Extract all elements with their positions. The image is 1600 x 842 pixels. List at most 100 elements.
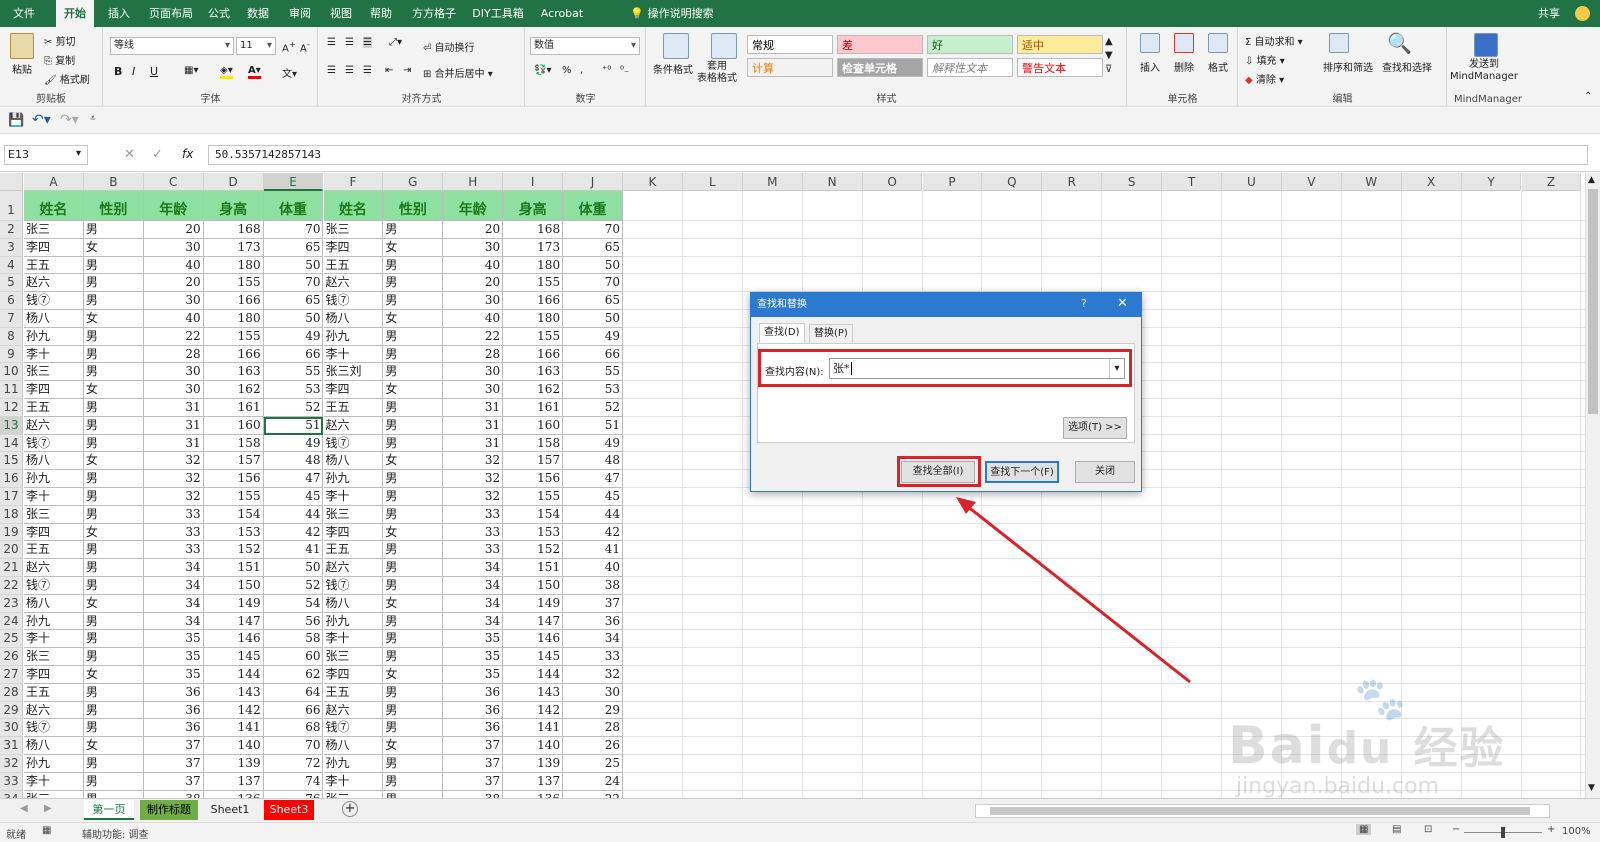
data-cell[interactable]: 36 (143, 683, 204, 702)
data-cell[interactable]: 李十 (24, 345, 84, 364)
column-header-Q[interactable]: Q (982, 173, 1043, 191)
data-cell[interactable]: 157 (503, 452, 564, 471)
mindmanager-icon[interactable] (1474, 33, 1498, 57)
data-cell[interactable]: 136 (503, 790, 564, 798)
cell-style-0[interactable]: 常规 (747, 35, 833, 54)
menu-tab-9[interactable]: 方方格子 (404, 0, 464, 27)
sort-filter-button[interactable]: 排序和筛选 (1323, 59, 1373, 74)
row-header[interactable]: 14 (0, 434, 23, 453)
data-cell[interactable]: 钱⑦ (24, 292, 84, 310)
data-cell[interactable]: 男 (383, 363, 444, 382)
data-cell[interactable]: 76 (264, 790, 324, 798)
name-box-dropdown-icon[interactable]: ▾ (76, 148, 81, 159)
data-cell[interactable]: 38 (443, 790, 504, 798)
data-cell[interactable]: 32 (143, 452, 204, 471)
row-header[interactable]: 31 (0, 737, 23, 755)
delete-icon[interactable] (1174, 33, 1194, 53)
insert-button[interactable]: 插入 (1140, 59, 1160, 74)
data-cell[interactable]: 161 (203, 399, 264, 417)
data-cell[interactable]: 35 (443, 666, 504, 684)
find-select-button[interactable]: 查找和选择 (1382, 59, 1432, 74)
data-cell[interactable]: 173 (203, 238, 264, 257)
row-header[interactable]: 13 (0, 416, 23, 435)
fill-color-icon[interactable]: ◈▾ (220, 65, 233, 79)
data-cell[interactable]: 42 (263, 523, 324, 542)
data-cell[interactable]: 赵六 (323, 274, 384, 293)
orientation-icon[interactable]: ⤢▾ (389, 37, 402, 48)
data-cell[interactable]: 139 (203, 755, 264, 773)
data-cell[interactable]: 151 (203, 559, 264, 577)
percent-icon[interactable]: % (562, 65, 572, 76)
fill-button[interactable]: ⇩ 填充 ▾ (1245, 52, 1285, 67)
data-cell[interactable]: 36 (563, 612, 623, 631)
column-header-P[interactable]: P (922, 173, 983, 191)
data-cell[interactable]: 180 (203, 256, 264, 275)
data-cell[interactable]: 154 (503, 505, 564, 524)
data-cell[interactable]: 男 (383, 221, 444, 239)
data-cell[interactable]: 74 (263, 772, 324, 791)
row-header[interactable]: 24 (0, 612, 23, 631)
cell-style-5[interactable]: 检查单元格 (837, 58, 923, 77)
data-cell[interactable]: 30 (143, 363, 204, 382)
data-cell[interactable]: 男 (83, 648, 144, 666)
data-cell[interactable]: 66 (263, 345, 324, 364)
data-cell[interactable]: 60 (263, 648, 324, 666)
data-cell[interactable]: 男 (83, 434, 144, 453)
options-button[interactable]: 选项(T) >> (1063, 417, 1127, 439)
data-cell[interactable]: 70 (263, 274, 324, 293)
select-all-corner[interactable] (0, 173, 23, 191)
data-cell[interactable]: 李四 (323, 238, 384, 257)
autosum-button[interactable]: Σ 自动求和 ▾ (1245, 33, 1303, 48)
header-cell[interactable]: 姓名 (323, 191, 384, 221)
data-cell[interactable]: 男 (83, 363, 144, 382)
data-cell[interactable]: 142 (203, 701, 264, 720)
row-header[interactable]: 22 (0, 577, 23, 595)
data-cell[interactable]: 153 (503, 523, 564, 542)
data-cell[interactable]: 156 (203, 470, 264, 488)
data-cell[interactable]: 35 (143, 666, 204, 684)
sheet-tab-2[interactable]: Sheet1 (204, 800, 256, 820)
data-cell[interactable]: 杨八 (323, 594, 384, 613)
data-cell[interactable]: 143 (503, 683, 564, 702)
column-header-I[interactable]: I (503, 173, 564, 191)
data-cell[interactable]: 65 (263, 238, 324, 257)
data-cell[interactable]: 150 (503, 577, 564, 595)
data-cell[interactable]: 女 (383, 666, 444, 684)
row-header[interactable]: 16 (0, 470, 23, 488)
data-cell[interactable]: 李十 (24, 630, 84, 649)
data-cell[interactable]: 31 (443, 399, 504, 417)
share-button[interactable]: 共享 (1538, 0, 1560, 27)
column-header-F[interactable]: F (323, 173, 384, 191)
next-sheet-icon[interactable]: ▶ (44, 803, 52, 814)
row-header[interactable]: 21 (0, 559, 23, 577)
data-cell[interactable]: 男 (83, 577, 144, 595)
data-cell[interactable]: 33 (143, 505, 204, 524)
data-cell[interactable]: 女 (83, 452, 144, 471)
data-cell[interactable]: 女 (83, 523, 144, 542)
data-cell[interactable]: 140 (503, 737, 564, 755)
data-cell[interactable]: 45 (563, 488, 623, 506)
column-header-W[interactable]: W (1341, 173, 1402, 191)
data-cell[interactable]: 34 (563, 630, 623, 649)
align-top-icon[interactable]: ☰ (327, 37, 336, 48)
data-cell[interactable]: 180 (503, 256, 564, 275)
data-cell[interactable]: 36 (443, 719, 504, 738)
font-color-icon[interactable]: A▾ (248, 65, 261, 79)
wrap-text-button[interactable]: ⏎ 自动换行 (423, 39, 475, 54)
data-cell[interactable]: 72 (263, 755, 324, 773)
column-header-V[interactable]: V (1281, 173, 1342, 191)
sort-filter-icon[interactable] (1329, 33, 1349, 53)
data-cell[interactable]: 杨八 (24, 737, 84, 755)
data-cell[interactable]: 40 (443, 310, 504, 328)
data-cell[interactable]: 女 (83, 737, 144, 755)
data-cell[interactable]: 156 (503, 470, 564, 488)
collapse-ribbon-icon[interactable]: ⌃ (1584, 91, 1592, 102)
data-cell[interactable]: 28 (563, 719, 623, 738)
data-cell[interactable]: 52 (263, 577, 324, 595)
row-header[interactable]: 28 (0, 683, 23, 702)
comma-icon[interactable]: , (580, 65, 583, 76)
data-cell[interactable]: 男 (83, 559, 144, 577)
data-cell[interactable]: 30 (443, 292, 504, 310)
data-cell[interactable]: 147 (203, 612, 264, 631)
data-cell[interactable]: 男 (383, 755, 444, 773)
